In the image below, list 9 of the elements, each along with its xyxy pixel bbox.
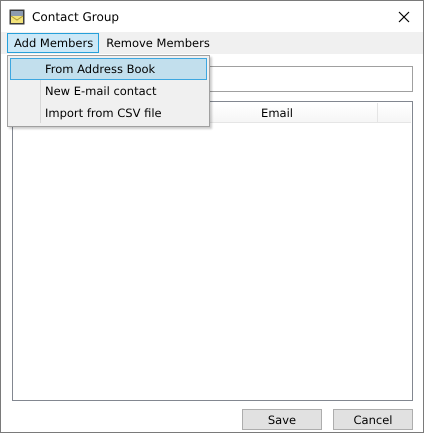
close-icon[interactable] xyxy=(398,10,410,22)
cancel-button[interactable]: Cancel xyxy=(333,409,413,430)
menu-item[interactable]: Add Members xyxy=(7,33,100,53)
envelope-icon xyxy=(9,8,25,24)
menu-item[interactable]: Remove Members xyxy=(99,33,216,53)
dropdown-item[interactable]: From Address Book xyxy=(10,58,207,80)
dropdown-item[interactable]: New E-mail contact xyxy=(10,80,207,102)
save-button[interactable]: Save xyxy=(242,409,322,430)
window-title: Contact Group xyxy=(32,10,120,24)
